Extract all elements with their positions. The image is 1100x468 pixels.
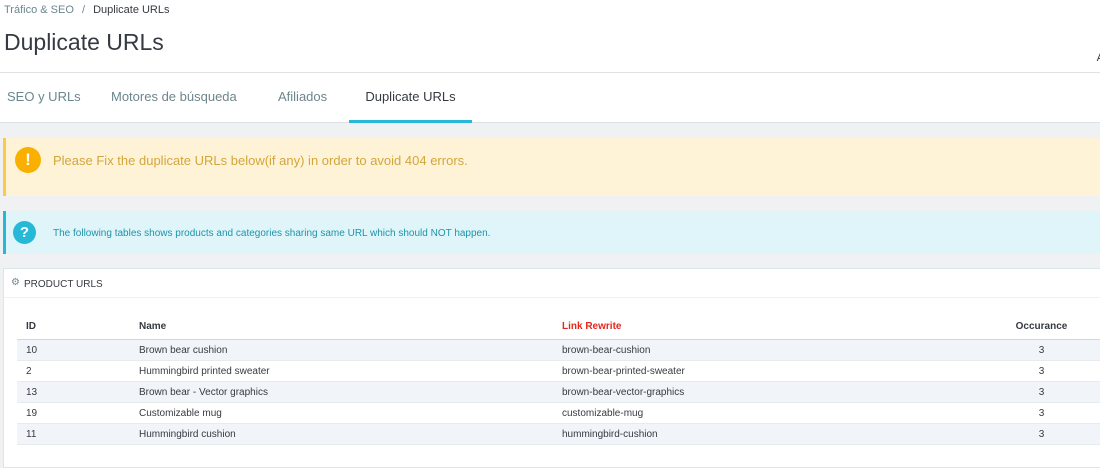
- tab-search-engines[interactable]: Motores de búsqueda: [111, 73, 237, 120]
- page-title: Duplicate URLs: [4, 29, 164, 55]
- tab-bar: SEO y URLs Motores de búsqueda Afiliados…: [0, 73, 1100, 123]
- cell-name: Hummingbird printed sweater: [130, 360, 553, 382]
- product-urls-table: ID Name Link Rewrite Occurance 10 Brown …: [17, 313, 1100, 445]
- breadcrumb: Tráfico & SEO / Duplicate URLs: [4, 4, 170, 16]
- tab-affiliates[interactable]: Afiliados: [278, 73, 327, 120]
- table-row[interactable]: 19 Customizable mug customizable-mug 3: [17, 402, 1100, 424]
- column-header-name[interactable]: Name: [130, 313, 553, 340]
- tab-seo-urls[interactable]: SEO y URLs: [7, 73, 81, 120]
- info-alert: ? The following tables shows products an…: [3, 211, 1100, 254]
- page-header: Tráfico & SEO / Duplicate URLs Duplicate…: [0, 0, 1100, 73]
- table-header-row: ID Name Link Rewrite Occurance: [17, 313, 1100, 340]
- cell-occurance: 3: [981, 402, 1100, 424]
- cell-occurance: 3: [981, 423, 1100, 445]
- cell-occurance: 3: [981, 339, 1100, 361]
- panel-title: PRODUCT URLS: [24, 279, 103, 290]
- table-row[interactable]: 2 Hummingbird printed sweater brown-bear…: [17, 360, 1100, 382]
- cell-link-rewrite: brown-bear-cushion: [553, 339, 981, 361]
- panel-heading: ⚙ PRODUCT URLS: [4, 269, 1100, 298]
- warning-alert: ! Please Fix the duplicate URLs below(if…: [3, 138, 1100, 196]
- cell-occurance: 3: [981, 360, 1100, 382]
- table-row[interactable]: 11 Hummingbird cushion hummingbird-cushi…: [17, 423, 1100, 445]
- table-row[interactable]: 10 Brown bear cushion brown-bear-cushion…: [17, 339, 1100, 361]
- warning-alert-text: Please Fix the duplicate URLs below(if a…: [53, 153, 468, 168]
- question-icon: ?: [13, 221, 36, 244]
- cell-id: 19: [17, 402, 130, 424]
- cell-link-rewrite: brown-bear-vector-graphics: [553, 381, 981, 403]
- column-header-id[interactable]: ID: [17, 313, 130, 340]
- product-urls-panel: ⚙ PRODUCT URLS ID Name Link Rewrite Occu…: [3, 268, 1100, 468]
- info-alert-text: The following tables shows products and …: [53, 228, 491, 239]
- cell-name: Brown bear - Vector graphics: [130, 381, 553, 403]
- cell-name: Brown bear cushion: [130, 339, 553, 361]
- cell-name: Hummingbird cushion: [130, 423, 553, 445]
- cell-link-rewrite: customizable-mug: [553, 402, 981, 424]
- cell-id: 11: [17, 423, 130, 445]
- column-header-occurance[interactable]: Occurance: [981, 313, 1100, 340]
- warning-icon: !: [15, 147, 41, 173]
- cell-id: 10: [17, 339, 130, 361]
- cell-occurance: 3: [981, 381, 1100, 403]
- cogs-icon: ⚙: [11, 277, 20, 288]
- tab-duplicate-urls[interactable]: Duplicate URLs: [349, 73, 472, 123]
- header-toolbar-link[interactable]: A: [1097, 52, 1100, 64]
- breadcrumb-parent-link[interactable]: Tráfico & SEO: [4, 4, 74, 16]
- cell-id: 2: [17, 360, 130, 382]
- column-header-link-rewrite[interactable]: Link Rewrite: [553, 313, 981, 340]
- cell-link-rewrite: hummingbird-cushion: [553, 423, 981, 445]
- cell-name: Customizable mug: [130, 402, 553, 424]
- cell-id: 13: [17, 381, 130, 403]
- cell-link-rewrite: brown-bear-printed-sweater: [553, 360, 981, 382]
- breadcrumb-separator: /: [81, 4, 86, 16]
- table-row[interactable]: 13 Brown bear - Vector graphics brown-be…: [17, 381, 1100, 403]
- breadcrumb-current: Duplicate URLs: [93, 4, 170, 16]
